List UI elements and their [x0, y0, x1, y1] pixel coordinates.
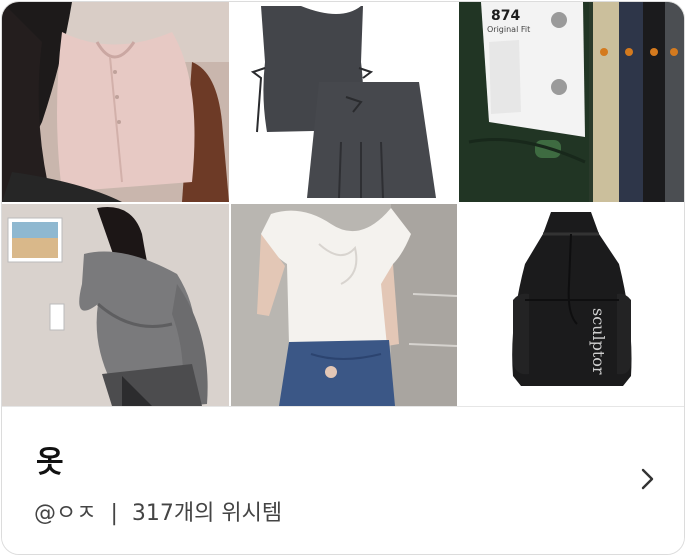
white-twist-tee-photo — [231, 204, 457, 406]
sculptor-black-backpack-photo: sculptor — [459, 204, 684, 406]
collection-info[interactable]: 옷 @ㅇㅈ | 317개의 위시템 — [2, 407, 684, 554]
dickies-pants-tags-photo: 874 Original Fit — [459, 2, 684, 202]
image-grid: 874 Original Fit sculptor — [2, 2, 684, 406]
collection-title: 옷 — [36, 445, 64, 480]
owner-handle: @ㅇㅈ — [34, 501, 97, 526]
collection-meta: @ㅇㅈ | 317개의 위시템 — [34, 495, 282, 527]
gray-wrap-cardigan-photo — [2, 204, 229, 406]
wish-count: 317개의 위시템 — [131, 501, 283, 526]
meta-separator: | — [110, 501, 118, 526]
pants-tag-sub: Original Fit — [487, 25, 530, 34]
wishlist-collection-card[interactable]: 874 Original Fit sculptor 옷 @ㅇㅈ | 317개의 … — [1, 1, 685, 555]
pants-tag-number: 874 — [491, 8, 520, 24]
pink-knit-top-photo — [2, 2, 229, 202]
chevron-right-icon[interactable] — [638, 467, 658, 491]
gray-vest-skirt-set-photo — [231, 2, 457, 202]
bag-brand-text: sculptor — [589, 308, 608, 375]
